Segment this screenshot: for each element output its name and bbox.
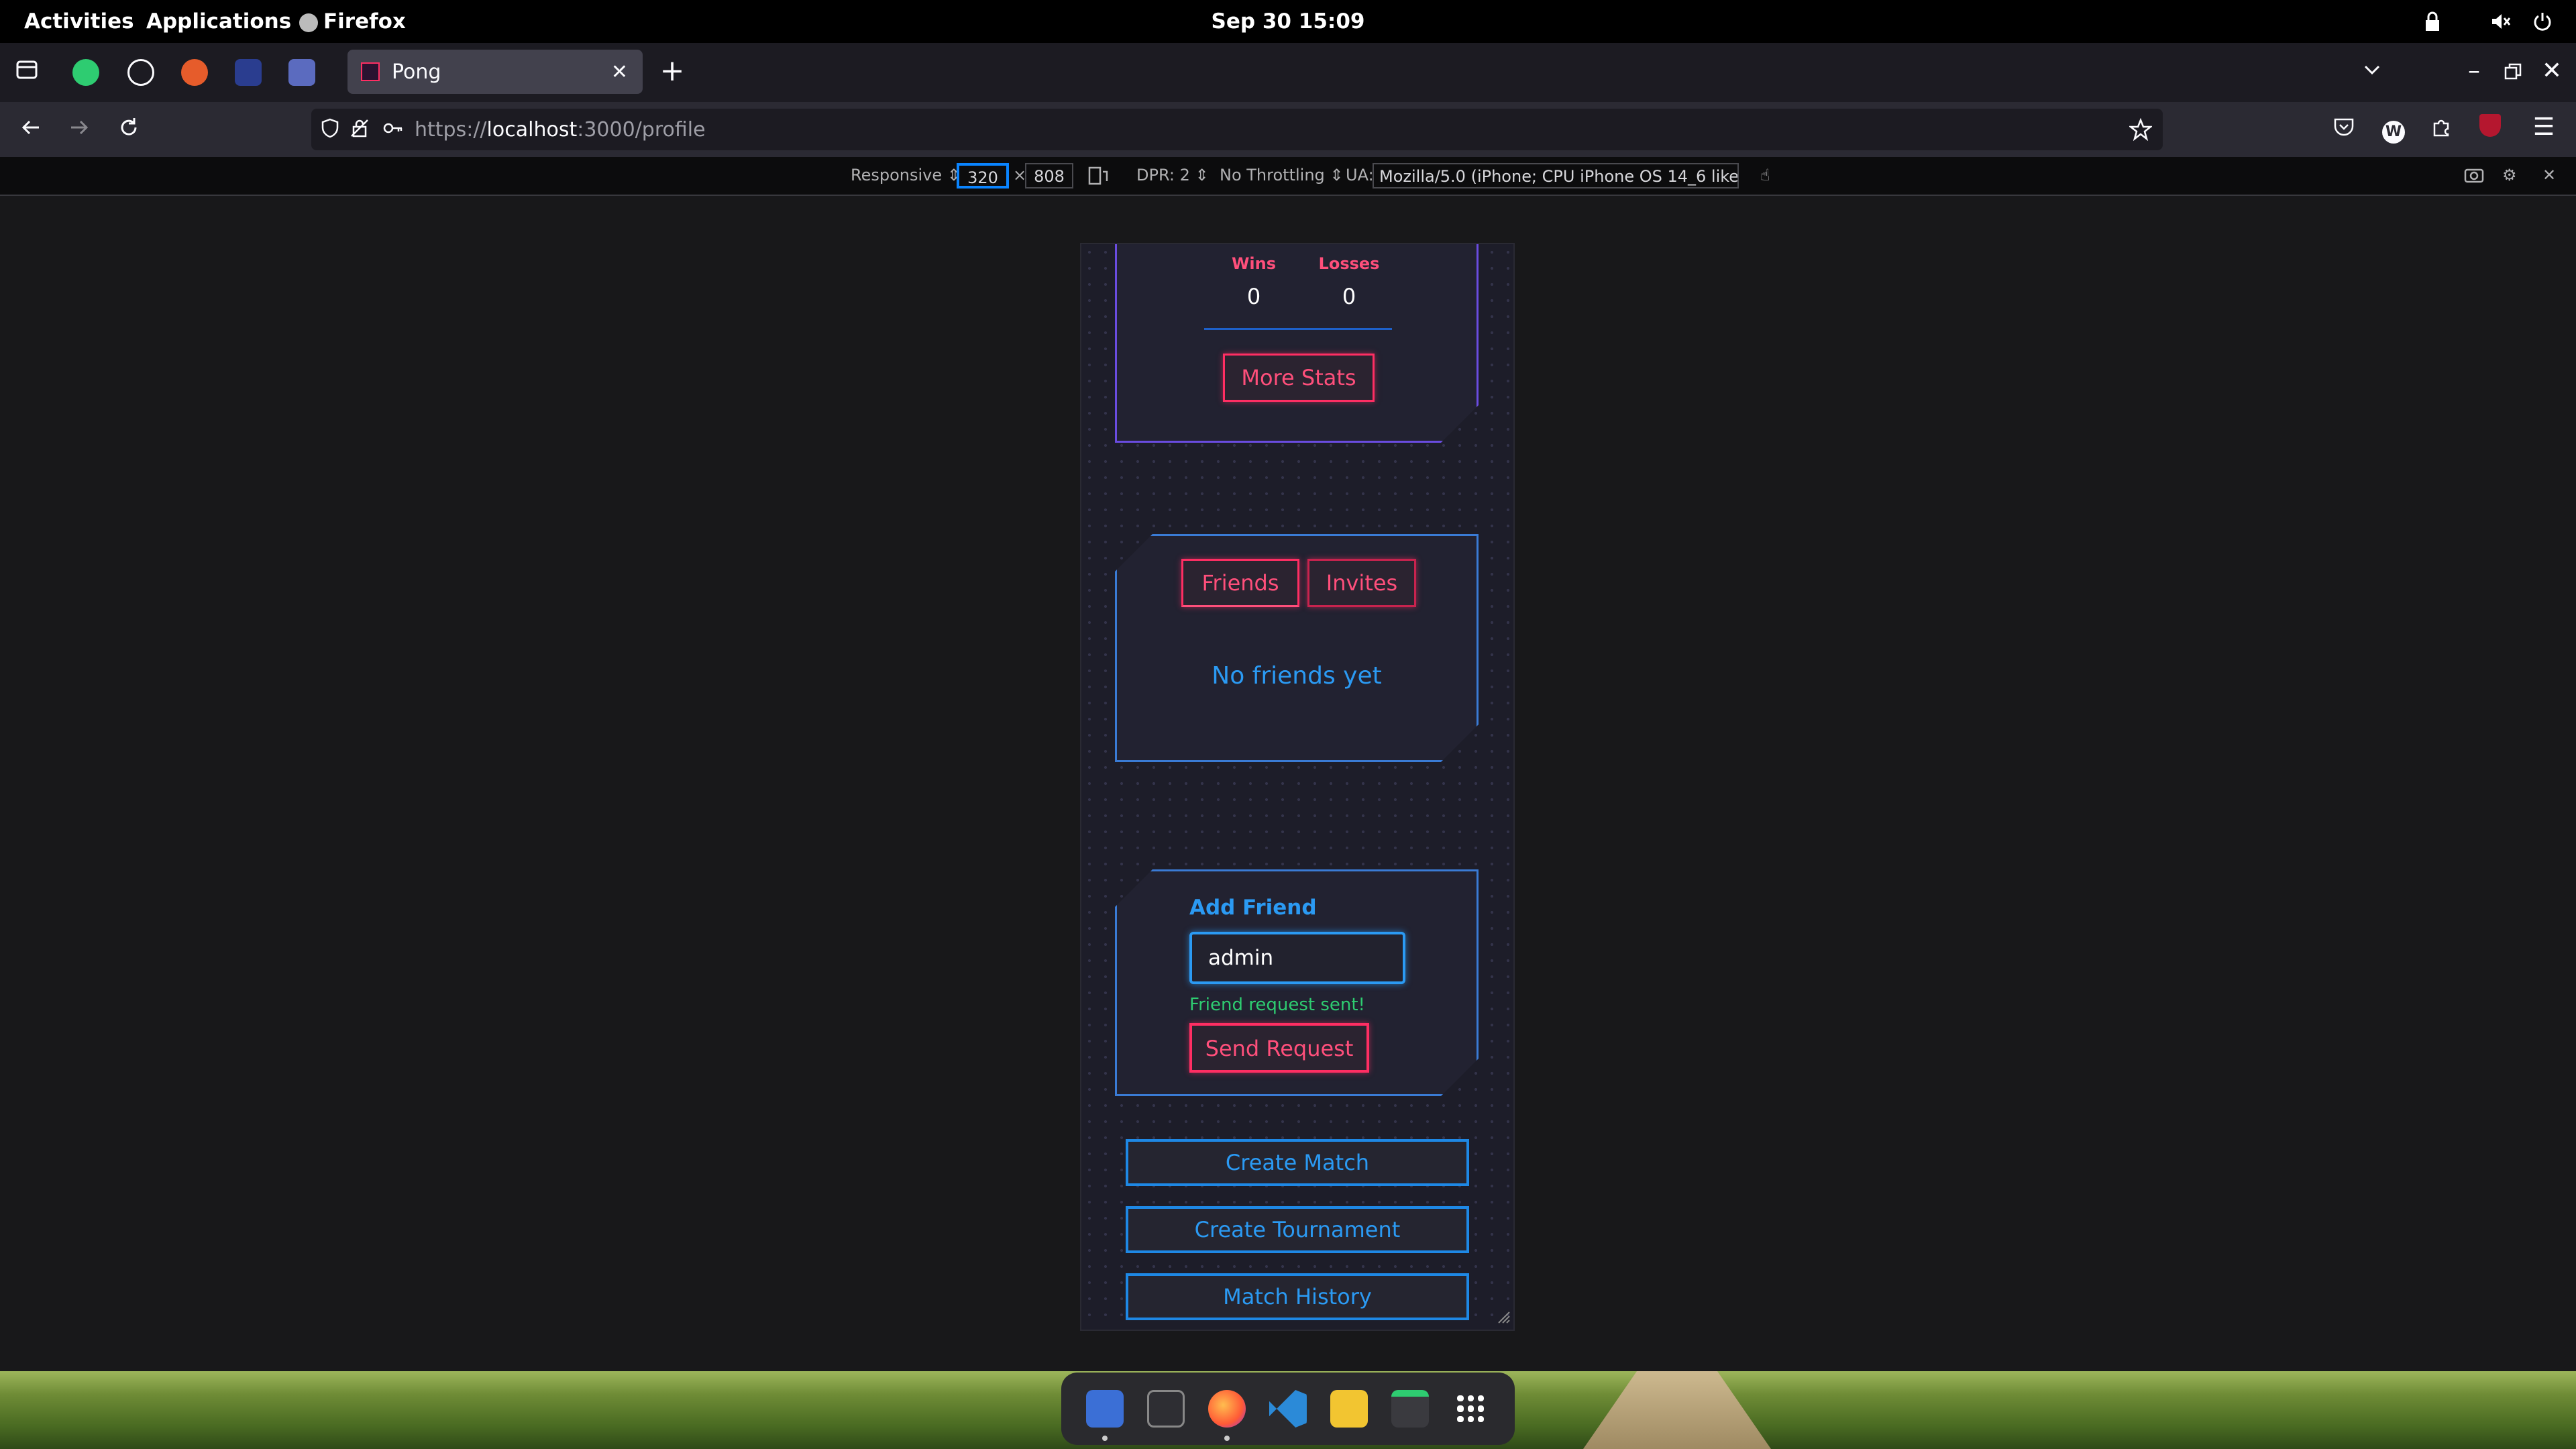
pinned-tab-app-icon[interactable] xyxy=(235,59,262,86)
ublock-extension-icon[interactable] xyxy=(2474,114,2506,143)
dpr-selector-label: DPR: 2 xyxy=(1136,166,1190,184)
request-status-message: Friend request sent! xyxy=(1189,995,1365,1015)
friends-card: Friends Invites No friends yet xyxy=(1115,534,1479,762)
firefox-view-icon[interactable] xyxy=(11,58,43,88)
navigation-toolbar: https://localhost:3000/profile W ☰ xyxy=(0,102,2576,157)
touch-simulation-icon[interactable]: ☝ xyxy=(1760,157,1770,193)
pocket-icon[interactable] xyxy=(2328,115,2360,144)
tab-invites[interactable]: Invites xyxy=(1307,559,1416,607)
pinned-tab-brave-icon[interactable] xyxy=(181,59,208,86)
restore-icon[interactable] xyxy=(2497,60,2529,87)
wins-label: Wins xyxy=(1231,254,1277,273)
viewport-height-input[interactable]: 808 xyxy=(1025,163,1073,189)
lock-icon[interactable] xyxy=(2422,11,2443,32)
firefox-app-icon[interactable] xyxy=(1208,1390,1246,1441)
gnome-top-bar: Activities Applications Firefox Sep 30 1… xyxy=(0,0,2576,43)
more-stats-button[interactable]: More Stats xyxy=(1223,354,1375,402)
url-path: :3000/profile xyxy=(577,117,706,142)
pinned-tab-globe-icon[interactable] xyxy=(127,59,154,86)
url-host: localhost xyxy=(486,117,578,142)
app-name-label: Firefox xyxy=(323,9,406,34)
volume-muted-icon[interactable] xyxy=(2490,11,2512,32)
close-window-icon[interactable]: ✕ xyxy=(2536,58,2568,85)
close-tab-icon[interactable]: ✕ xyxy=(611,60,628,84)
stats-card: Wins Losses 0 0 More Stats xyxy=(1115,243,1479,443)
software-store-app-icon[interactable] xyxy=(1391,1390,1429,1428)
tab-friends[interactable]: Friends xyxy=(1181,559,1299,607)
losses-label: Losses xyxy=(1318,254,1380,273)
shield-icon[interactable] xyxy=(319,117,343,142)
text-editor-app-icon[interactable] xyxy=(1330,1390,1368,1428)
pinned-tab-php-icon[interactable] xyxy=(288,59,315,86)
pong-favicon xyxy=(361,62,380,81)
losses-value: 0 xyxy=(1342,284,1356,309)
url-bar[interactable]: https://localhost:3000/profile xyxy=(311,109,2163,150)
terminal-app-icon[interactable] xyxy=(1147,1390,1185,1428)
match-history-button[interactable]: Match History xyxy=(1126,1273,1469,1320)
responsive-design-toolbar: Responsive ⇕ 320 × 808 DPR: 2 ⇕ No Throt… xyxy=(0,157,2576,196)
power-icon[interactable] xyxy=(2532,11,2553,32)
device-selector[interactable]: Responsive ⇕ xyxy=(851,157,961,193)
show-apps-grid-icon[interactable] xyxy=(1452,1390,1489,1428)
pinned-tab-whatsapp-icon[interactable] xyxy=(72,59,99,86)
forward-icon[interactable] xyxy=(63,115,95,146)
vscode-app-icon[interactable] xyxy=(1269,1390,1307,1428)
wappalyzer-extension-icon[interactable]: W xyxy=(2377,115,2410,144)
viewport-width-input[interactable]: 320 xyxy=(957,163,1009,189)
clock[interactable]: Sep 30 15:09 xyxy=(1212,0,1365,43)
create-tournament-button[interactable]: Create Tournament xyxy=(1126,1206,1469,1253)
minimize-icon[interactable]: – xyxy=(2458,58,2490,85)
bookmark-star-icon[interactable] xyxy=(2128,117,2153,144)
resize-handle-icon[interactable] xyxy=(1495,1308,1511,1327)
wallpaper-path xyxy=(1583,1371,1771,1449)
add-friend-card: Add Friend admin Friend request sent! Se… xyxy=(1115,869,1479,1096)
lock-broken-icon[interactable] xyxy=(349,117,373,142)
user-agent-input[interactable]: Mozilla/5.0 (iPhone; CPU iPhone OS 14_6 … xyxy=(1373,163,1739,189)
ua-label: UA: xyxy=(1346,166,1374,184)
reload-icon[interactable] xyxy=(113,115,145,146)
activities-button[interactable]: Activities xyxy=(24,0,134,43)
dpr-selector[interactable]: DPR: 2 ⇕ xyxy=(1136,157,1209,193)
close-rdm-icon[interactable]: ✕ xyxy=(2542,157,2556,193)
friend-username-input[interactable]: admin xyxy=(1189,932,1405,984)
wins-value: 0 xyxy=(1246,284,1261,309)
stats-divider xyxy=(1204,328,1392,330)
dock xyxy=(1061,1373,1515,1445)
hamburger-menu-icon[interactable]: ☰ xyxy=(2528,114,2560,141)
url-text[interactable]: https://localhost:3000/profile xyxy=(415,118,706,142)
key-icon[interactable] xyxy=(382,117,407,142)
device-viewport: Wins Losses 0 0 More Stats Friends Invit… xyxy=(1080,243,1515,1331)
no-friends-message: No friends yet xyxy=(1212,662,1382,690)
running-indicator xyxy=(1285,1436,1291,1441)
tab-bar: Pong ✕ + – ✕ xyxy=(0,43,2576,102)
running-indicator xyxy=(1224,1436,1230,1441)
throttling-selector[interactable]: No Throttling ⇕ xyxy=(1220,157,1344,193)
files-app-icon[interactable] xyxy=(1086,1390,1124,1441)
extensions-puzzle-icon[interactable] xyxy=(2426,115,2458,144)
throttling-selector-label: No Throttling xyxy=(1220,166,1325,184)
create-match-button[interactable]: Create Match xyxy=(1126,1139,1469,1186)
applications-menu[interactable]: Applications xyxy=(146,0,291,43)
app-menu[interactable]: Firefox xyxy=(299,0,406,43)
add-friend-title: Add Friend xyxy=(1189,896,1317,920)
new-tab-icon[interactable]: + xyxy=(656,56,688,86)
device-selector-label: Responsive xyxy=(851,166,943,184)
running-indicator xyxy=(1102,1436,1108,1441)
rdm-settings-gear-icon[interactable]: ⚙ xyxy=(2502,157,2517,193)
firefox-icon xyxy=(299,13,318,32)
list-all-tabs-icon[interactable] xyxy=(2356,59,2388,87)
tab-title: Pong xyxy=(392,60,441,84)
tab-pong[interactable]: Pong ✕ xyxy=(347,50,643,94)
send-request-button[interactable]: Send Request xyxy=(1189,1023,1369,1073)
back-icon[interactable] xyxy=(15,115,47,146)
url-scheme: https:// xyxy=(415,117,487,142)
